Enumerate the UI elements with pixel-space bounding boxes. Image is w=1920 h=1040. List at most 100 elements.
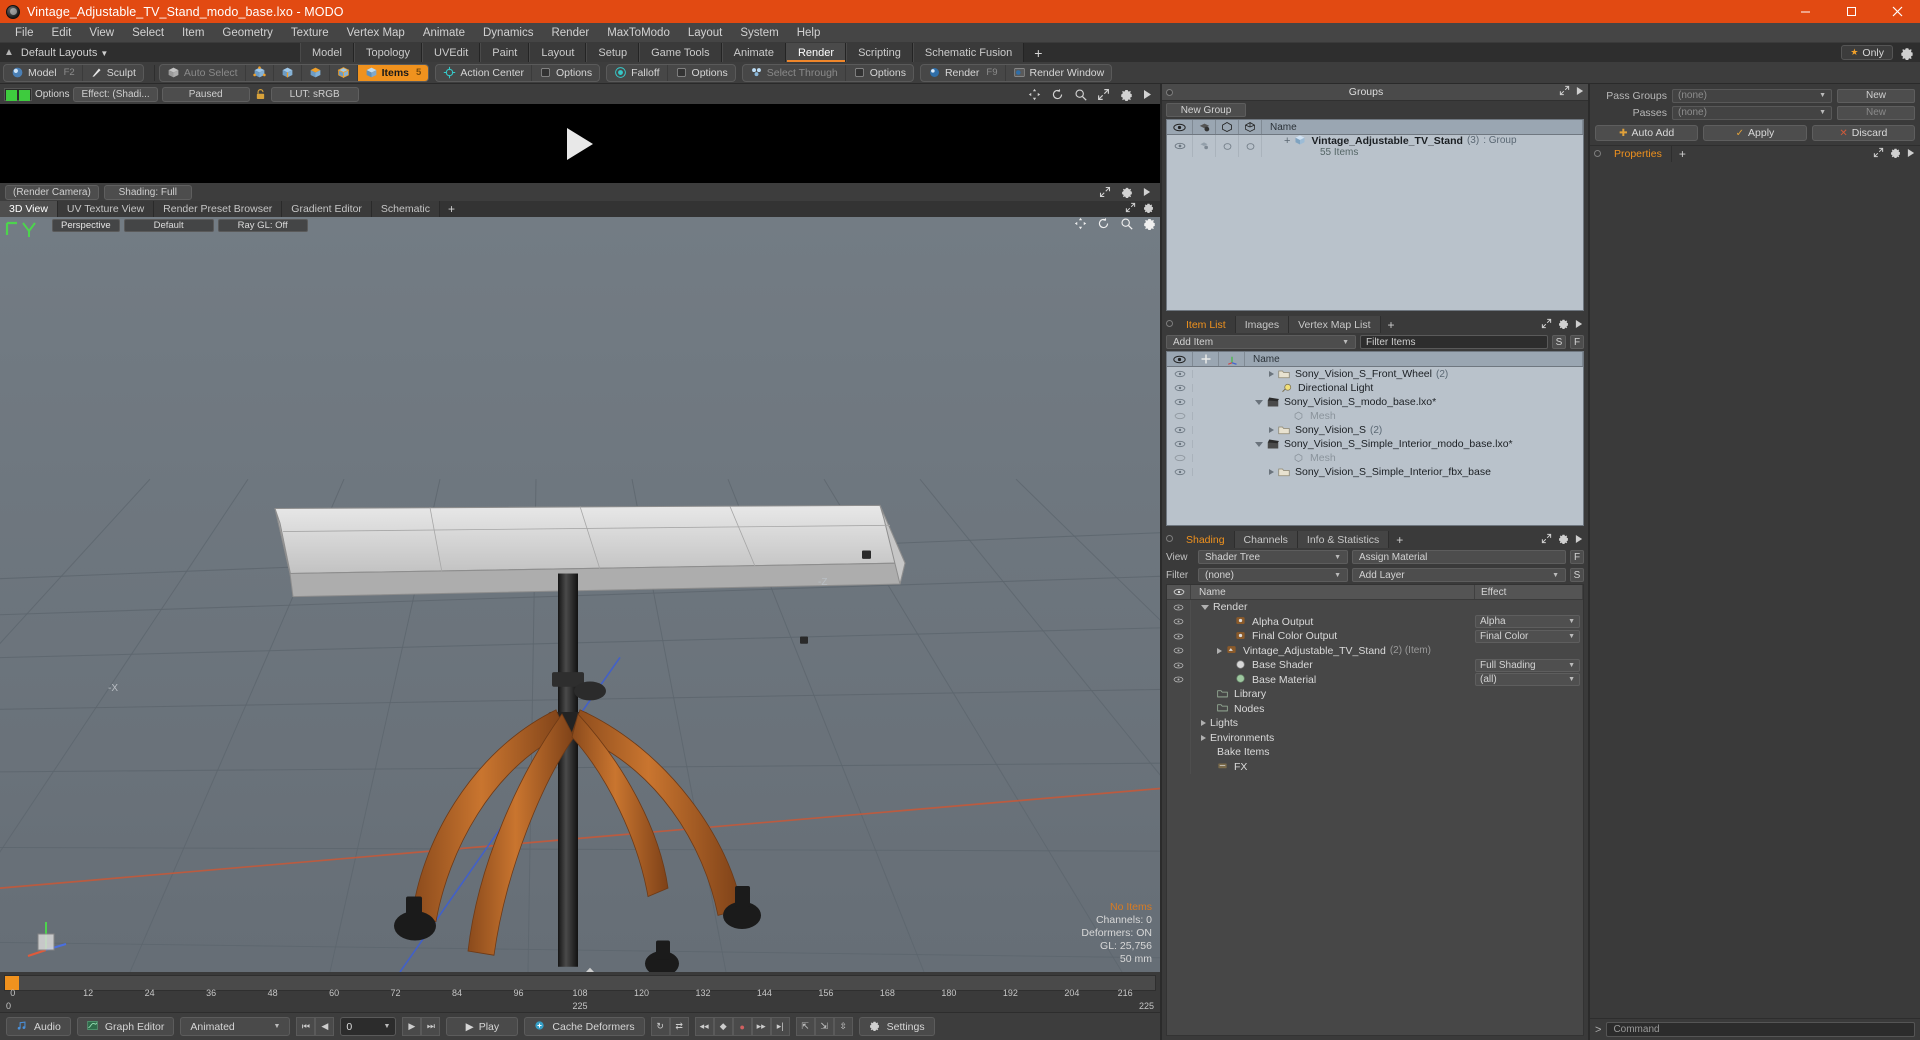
filter-f-button[interactable]: F [1570,335,1584,349]
tab-paint[interactable]: Paint [480,43,530,62]
list-item[interactable]: Sony_Vision_S_modo_base.lxo* [1167,395,1583,409]
menu-item[interactable]: Item [173,23,213,43]
row-visibility-toggle[interactable] [1167,629,1191,644]
animated-dropdown[interactable]: Animated ▼ [180,1017,291,1036]
table-row[interactable]: Library [1167,687,1583,702]
shading-full-dropdown[interactable]: Shading: Full [103,184,192,200]
tab-images[interactable]: Images [1235,316,1290,333]
preview-lut-dropdown[interactable]: LUT: sRGB [270,86,359,102]
list-item[interactable]: Sony_Vision_S (2) [1167,423,1583,437]
tab-scripting[interactable]: Scripting [846,43,913,62]
default-layouts-dropdown[interactable]: Default Layouts ▼ [21,47,108,59]
preview-effect-dropdown[interactable]: Effect: (Shadi... [73,86,158,102]
gear-icon[interactable] [1143,217,1156,235]
material-mode-button[interactable] [330,64,358,81]
spinner-icon[interactable]: ▼ [383,1023,390,1030]
fit-icon[interactable] [1099,186,1111,198]
menu-dynamics[interactable]: Dynamics [474,23,542,43]
row-visibility-toggle[interactable] [1167,454,1193,462]
item-list-table[interactable]: Name Sony_Vision_S_Front_Wheel (2) Direc… [1166,351,1584,526]
row-visibility-toggle[interactable] [1167,600,1191,615]
row-visibility-cell[interactable] [1167,701,1191,716]
viewport-raygl-dropdown[interactable]: Ray GL: Off [217,219,308,232]
menu-edit[interactable]: Edit [43,23,81,43]
panel-menu-icon[interactable] [1576,83,1584,101]
audio-button[interactable]: Audio [6,1017,71,1036]
tab-info-statistics[interactable]: Info & Statistics [1297,531,1390,548]
add-properties-tab-button[interactable]: + [1671,146,1693,162]
add-shading-tab-button[interactable]: + [1389,531,1411,548]
apply-button[interactable]: ✓ Apply [1703,125,1807,141]
properties-content-area[interactable] [1590,162,1920,1018]
row-visibility-cell[interactable] [1167,759,1191,774]
add-viewport-tab-button[interactable]: + [439,201,463,217]
zoom-icon[interactable] [1074,88,1087,101]
pan-icon[interactable] [1074,217,1087,235]
snap-left-icon[interactable]: ⇱ [795,1017,815,1036]
tab-layout[interactable]: Layout [529,43,587,62]
row-visibility-cell[interactable] [1167,730,1191,745]
key-set-icon[interactable]: ◆ [713,1017,733,1036]
snap-right-icon[interactable]: ⇲ [814,1017,834,1036]
collapse-arrow-icon[interactable] [1255,399,1263,405]
action-center-button[interactable]: Action Center [436,64,532,81]
row-visibility-toggle[interactable] [1167,614,1191,629]
panel-menu-icon[interactable] [1143,187,1151,197]
row-visibility-toggle[interactable] [1167,672,1191,687]
go-to-start-button[interactable]: ⏮ [296,1017,316,1036]
panel-dot-icon[interactable] [1166,320,1173,327]
pan-icon[interactable] [1028,88,1041,101]
preview-options-button[interactable]: Options [4,87,69,101]
step-back-button[interactable]: ◀ [315,1017,335,1036]
table-row[interactable]: Bake Items [1167,745,1583,760]
fit-icon[interactable] [1873,145,1884,163]
current-frame-field[interactable]: 0 ▼ [340,1017,397,1036]
row-visibility-cell[interactable] [1167,745,1191,760]
gear-icon[interactable] [1558,316,1569,334]
add-layer-dropdown[interactable]: Add Layer ▼ [1352,568,1566,582]
minimize-button[interactable] [1782,0,1828,23]
new-group-button[interactable]: New Group [1166,103,1246,117]
shader-tree-table[interactable]: Name Effect Render Alpha Output Alpha ▼ … [1166,584,1584,1036]
fit-icon[interactable] [1541,531,1552,549]
key-end-icon[interactable]: ▸| [770,1017,790,1036]
table-row[interactable]: Final Color Output Final Color ▼ [1167,629,1583,644]
tab-properties[interactable]: Properties [1605,146,1672,162]
expand-arrow-icon[interactable] [1201,734,1206,741]
lock-icon[interactable] [254,88,267,101]
add-layer-s-button[interactable]: S [1570,568,1584,582]
list-item[interactable]: Sony_Vision_S_Front_Wheel (2) [1167,367,1583,381]
fit-icon[interactable] [1559,83,1570,101]
table-row[interactable]: Render [1167,600,1583,615]
menu-vertex-map[interactable]: Vertex Map [338,23,414,43]
shader-tree-dropdown[interactable]: Shader Tree ▼ [1198,550,1348,564]
polygon-mode-button[interactable] [302,64,330,81]
shading-filter-dropdown[interactable]: (none) ▼ [1198,568,1348,582]
panel-dot-icon[interactable] [1594,150,1601,157]
maximize-button[interactable] [1828,0,1874,23]
select-through-options-button[interactable]: Options [846,65,913,81]
menu-render[interactable]: Render [542,23,598,43]
add-layout-tab-button[interactable]: + [1024,43,1053,62]
viewport-shading-style-dropdown[interactable]: Default [123,219,214,232]
groups-table[interactable]: Name + Vintage_Adjustable_TV_Stand (3):… [1166,119,1584,311]
render-preview-area[interactable] [0,104,1160,183]
settings-button[interactable]: Settings [858,1017,935,1036]
cache-deformers-button[interactable]: Cache Deformers [524,1017,645,1036]
menu-layout[interactable]: Layout [679,23,732,43]
loop-icon[interactable]: ↻ [650,1017,670,1036]
table-row[interactable]: FX [1167,759,1583,774]
key-prev-icon[interactable]: ◂◂ [694,1017,714,1036]
auto-select-button[interactable]: Auto Select [160,64,246,81]
play-button[interactable]: ▶ Play [446,1017,519,1036]
menu-view[interactable]: View [80,23,123,43]
edge-mode-button[interactable] [274,64,302,81]
passes-dropdown[interactable]: (none) ▼ [1672,105,1832,120]
command-input[interactable]: Command [1606,1022,1915,1037]
tab-shading[interactable]: Shading [1177,531,1235,548]
gear-icon[interactable] [1900,46,1914,60]
add-item-list-tab-button[interactable]: + [1380,316,1402,333]
row-visibility-toggle[interactable] [1167,468,1193,476]
row-wire-toggle[interactable] [1239,135,1262,157]
add-item-button[interactable]: Add Item ▼ [1166,335,1356,349]
